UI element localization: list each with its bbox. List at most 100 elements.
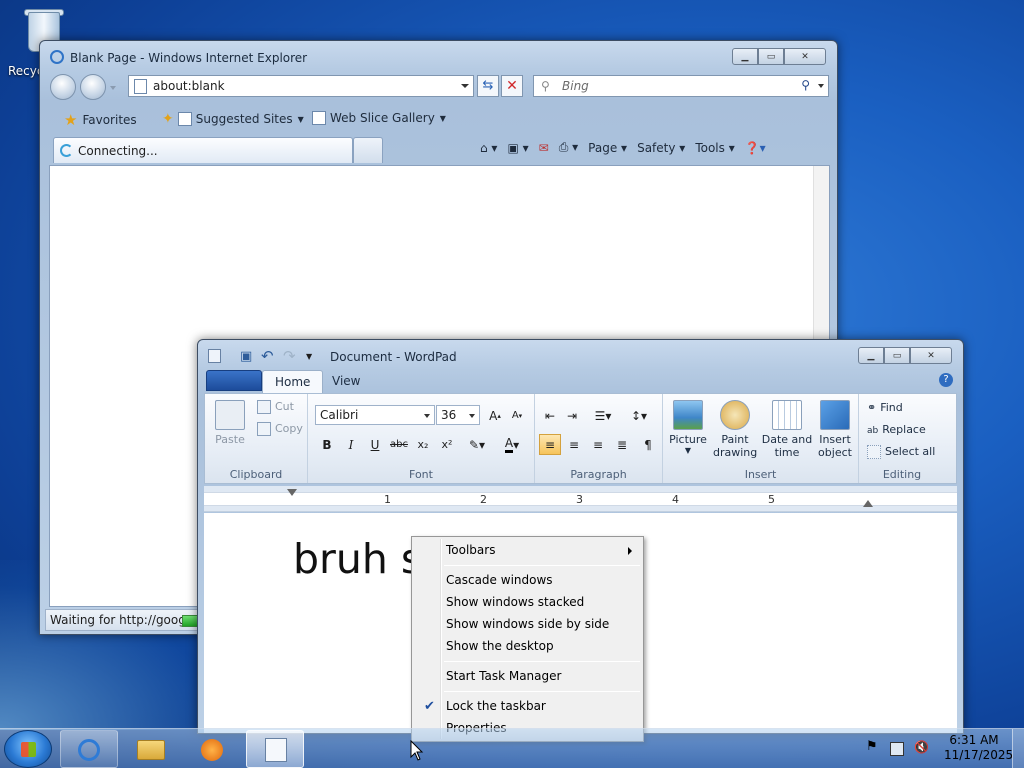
suggested-sites-button[interactable]: ✦ Suggested Sites ▼	[162, 111, 304, 127]
favorites-button[interactable]: ★ Favorites	[64, 111, 137, 129]
start-button[interactable]	[4, 730, 52, 768]
page-icon	[134, 79, 147, 94]
web-slice-gallery-button[interactable]: Web Slice Gallery ▼	[312, 111, 446, 125]
grow-font-button[interactable]: A ▴	[484, 405, 506, 426]
wordpad-title: Document - WordPad	[330, 350, 457, 364]
stop-button[interactable]: ✕	[501, 75, 523, 97]
maximize-button[interactable]: ▭	[758, 48, 784, 65]
minimize-button[interactable]: ▁	[858, 347, 884, 364]
address-bar[interactable]: about:blank	[128, 75, 474, 97]
align-left-button[interactable]: ≡	[539, 434, 561, 455]
align-center-button[interactable]: ≡	[563, 434, 585, 455]
menu-item-start-task-manager[interactable]: Start Task Manager	[415, 666, 640, 687]
windows-logo-icon	[21, 742, 36, 757]
italic-button[interactable]: I	[340, 434, 362, 455]
mail-icon[interactable]: ✉	[539, 141, 549, 155]
find-button[interactable]: ⚭ Find	[867, 401, 903, 414]
scissors-icon	[257, 400, 271, 414]
menu-item-show-windows-stacked[interactable]: Show windows stacked	[415, 592, 640, 613]
undo-icon[interactable]: ↶	[261, 347, 274, 365]
paint-drawing-button[interactable]: Paint drawing	[713, 400, 757, 459]
maximize-button[interactable]: ▭	[884, 347, 910, 364]
menu-item-show-desktop[interactable]: Show the desktop	[415, 636, 640, 657]
search-icon[interactable]: ⚲	[801, 78, 810, 92]
help-icon[interactable]: ?	[939, 373, 953, 387]
menu-item-lock-taskbar[interactable]: ✔ Lock the taskbar	[415, 696, 640, 717]
safety-menu[interactable]: Safety ▾	[637, 141, 685, 155]
bullets-button[interactable]: ☰▾	[587, 405, 619, 426]
font-family-select[interactable]: Calibri	[315, 405, 435, 425]
tab-view[interactable]: View	[320, 370, 372, 393]
insert-picture-button[interactable]: Picture ▼	[669, 400, 707, 455]
underline-button[interactable]: U	[364, 434, 386, 455]
first-line-indent-marker[interactable]	[287, 489, 297, 496]
help-icon[interactable]: ❓▾	[745, 141, 766, 155]
search-input[interactable]: ⚲ Bing ⚲	[533, 75, 829, 97]
home-icon[interactable]: ⌂ ▾	[480, 141, 497, 155]
subscript-button[interactable]: x₂	[412, 434, 434, 455]
menu-item-toolbars[interactable]: Toolbars	[415, 540, 640, 561]
tab-home[interactable]: Home	[262, 370, 324, 393]
taskbar-explorer[interactable]	[122, 730, 180, 768]
volume-muted-icon[interactable]: 🔇	[914, 740, 929, 754]
page-menu[interactable]: Page ▾	[588, 141, 627, 155]
ruler[interactable]: 1 2 3 4 5	[204, 486, 957, 512]
date-time-button[interactable]: Date and time	[761, 400, 813, 459]
strikethrough-button[interactable]: abc	[388, 434, 410, 455]
ie-caption-buttons: ▁ ▭ ✕	[732, 48, 826, 65]
insert-group-label: Insert	[744, 468, 777, 481]
date-label-1: Date and	[761, 433, 813, 446]
wordpad-menu-button[interactable]	[206, 370, 262, 391]
copy-button[interactable]: Copy	[257, 422, 303, 436]
font-size-select[interactable]: 36	[436, 405, 480, 425]
decrease-indent-button[interactable]: ⇤	[539, 405, 561, 426]
new-tab-button[interactable]	[353, 137, 383, 163]
taskbar-wordpad[interactable]	[246, 730, 304, 768]
line-spacing-button[interactable]: ↕▾	[623, 405, 655, 426]
action-center-flag-icon[interactable]: ⚑	[866, 739, 880, 754]
refresh-button[interactable]: ⇆	[477, 75, 499, 97]
paste-button[interactable]: Paste	[215, 400, 245, 446]
quick-access-dropdown-icon[interactable]: ▼	[306, 352, 312, 361]
forward-button[interactable]	[80, 74, 106, 100]
ribbon-home: Paste Cut Copy Clipboard Calibri 36 A ▴ A…	[204, 393, 957, 484]
recent-pages-dropdown-icon[interactable]	[110, 86, 116, 90]
insert-object-button[interactable]: Insert object	[815, 400, 855, 459]
command-bar: ⌂ ▾ ▣ ▾ ✉ ⎙ ▾ Page ▾ Safety ▾ Tools ▾ ❓▾	[480, 140, 766, 155]
suggested-sites-label: Suggested Sites	[195, 112, 293, 126]
select-all-button[interactable]: Select all	[867, 445, 935, 459]
paragraph-button[interactable]: ¶	[637, 434, 659, 455]
taskbar: ⚑ 🔇 6:31 AM 11/17/2025	[0, 728, 1024, 768]
right-indent-marker[interactable]	[863, 500, 873, 507]
increase-indent-button[interactable]: ⇥	[561, 405, 583, 426]
address-dropdown-icon[interactable]	[461, 84, 469, 88]
save-icon[interactable]: ▣	[240, 349, 252, 364]
cut-button[interactable]: Cut	[257, 400, 294, 414]
redo-icon[interactable]: ↷	[283, 347, 296, 365]
show-desktop-button[interactable]	[1012, 729, 1024, 768]
network-icon[interactable]	[890, 742, 904, 756]
replace-button[interactable]: ab Replace	[867, 423, 926, 436]
back-button[interactable]	[50, 74, 76, 100]
search-dropdown-icon[interactable]	[818, 84, 824, 88]
superscript-button[interactable]: x²	[436, 434, 458, 455]
menu-item-show-windows-side-by-side[interactable]: Show windows side by side	[415, 614, 640, 635]
taskbar-ie[interactable]	[60, 730, 118, 768]
print-icon[interactable]: ⎙ ▾	[559, 140, 578, 155]
text-color-button[interactable]: A ▾	[496, 434, 528, 455]
justify-button[interactable]: ≣	[611, 434, 633, 455]
tools-menu[interactable]: Tools ▾	[695, 141, 734, 155]
tab-connecting[interactable]: Connecting...	[53, 137, 353, 163]
taskbar-media-player[interactable]	[184, 730, 242, 768]
menu-item-cascade-windows[interactable]: Cascade windows	[415, 570, 640, 591]
align-right-button[interactable]: ≡	[587, 434, 609, 455]
feeds-icon[interactable]: ▣ ▾	[507, 141, 528, 155]
bold-button[interactable]: B	[316, 434, 338, 455]
highlight-color-button[interactable]: ✎ ▾	[462, 434, 492, 455]
system-clock[interactable]: 6:31 AM 11/17/2025	[944, 733, 1013, 763]
select-all-label: Select all	[885, 445, 936, 458]
close-button[interactable]: ✕	[910, 347, 952, 364]
minimize-button[interactable]: ▁	[732, 48, 758, 65]
close-button[interactable]: ✕	[784, 48, 826, 65]
shrink-font-button[interactable]: A ▾	[506, 405, 528, 426]
